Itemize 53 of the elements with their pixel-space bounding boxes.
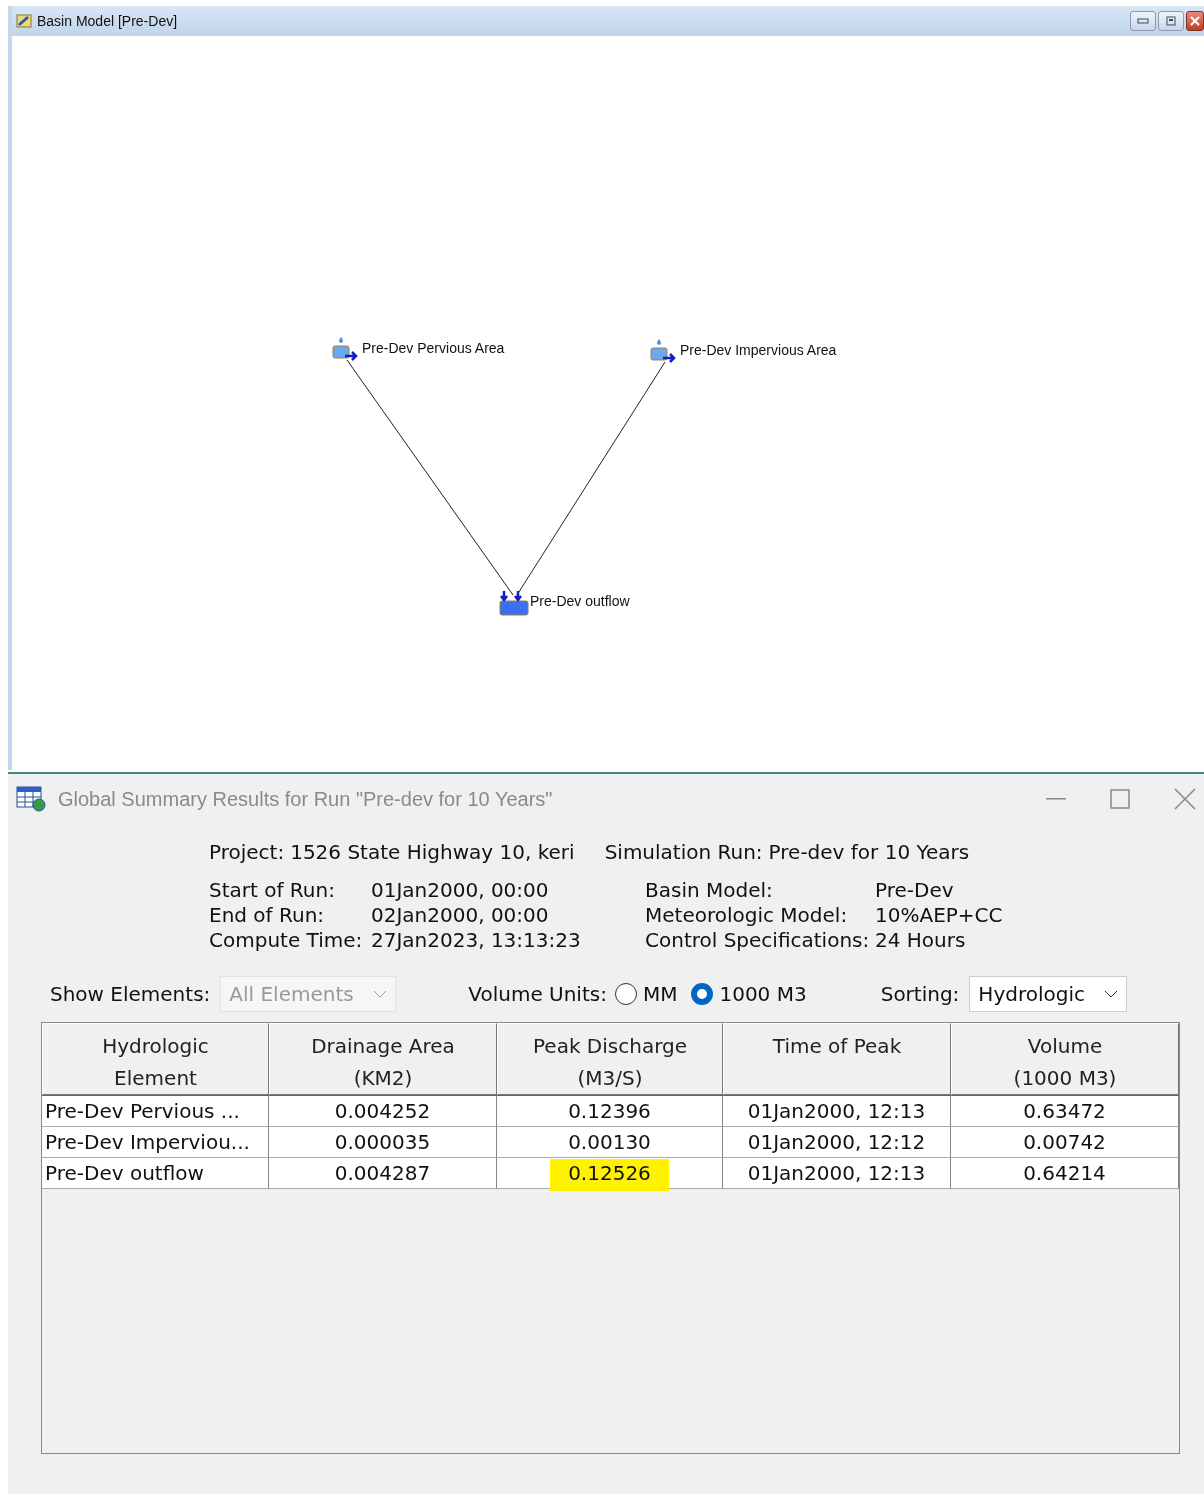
junction-icon[interactable] xyxy=(499,589,529,616)
minimize-button[interactable] xyxy=(1130,11,1156,31)
info-label: Control Specifications: xyxy=(645,928,871,952)
node-label: Pre-Dev outflow xyxy=(530,593,630,609)
table-cell: 0.64214 xyxy=(951,1158,1179,1189)
sorting-dropdown[interactable]: Hydrologic xyxy=(969,976,1128,1012)
show-elements-label: Show Elements: xyxy=(50,982,211,1006)
info-label: Compute Time: xyxy=(209,928,364,952)
info-value: Pre-Dev xyxy=(875,878,955,902)
table-icon xyxy=(16,786,46,812)
column-header[interactable]: Time of Peak xyxy=(723,1023,951,1095)
node-label: Pre-Dev Pervious Area xyxy=(362,340,505,356)
close-icon xyxy=(1189,16,1201,26)
project-label: Project: xyxy=(209,840,285,864)
subbasin-icon[interactable] xyxy=(332,337,358,362)
info-label: End of Run: xyxy=(209,903,326,927)
window-title: Global Summary Results for Run "Pre-dev for 10 Years" xyxy=(58,787,553,811)
restore-icon xyxy=(1165,16,1177,26)
info-value: 27Jan2023, 13:13:23 xyxy=(371,928,582,952)
info-value: 02Jan2000, 00:00 xyxy=(371,903,550,927)
minimize-icon xyxy=(1046,798,1066,800)
column-header[interactable]: Peak Discharge (M3/S) xyxy=(497,1023,723,1095)
table-cell: Pre-Dev outflow xyxy=(42,1158,269,1189)
project-value: 1526 State Highway 10, keri xyxy=(290,840,575,864)
volume-units-label: Volume Units: xyxy=(468,982,607,1006)
info-label: Start of Run: xyxy=(209,878,336,902)
simulation-run-label: Simulation Run: xyxy=(604,840,763,864)
sorting-label: Sorting: xyxy=(880,982,960,1006)
info-label: Meteorologic Model: xyxy=(645,903,849,927)
radio-option[interactable]: 1000 M3 xyxy=(691,982,807,1006)
column-header[interactable]: Volume (1000 M3) xyxy=(951,1023,1179,1095)
close-button[interactable] xyxy=(1186,11,1204,31)
info-value: 01Jan2000, 00:00 xyxy=(371,878,550,902)
chevron-down-icon xyxy=(373,990,388,998)
table-cell: 0.004287 xyxy=(269,1158,497,1189)
radio-option[interactable]: MM xyxy=(614,982,678,1006)
table-cell: 0.12526 xyxy=(497,1158,723,1189)
node-label: Pre-Dev Impervious Area xyxy=(680,342,837,358)
column-header[interactable]: Hydrologic Element xyxy=(42,1023,269,1095)
chevron-down-icon xyxy=(1104,990,1119,998)
simulation-run-value: Pre-dev for 10 Years xyxy=(768,840,970,864)
info-value: 10%AEP+CC xyxy=(875,903,1003,927)
minimize-icon xyxy=(1137,18,1149,24)
maximize-icon xyxy=(1110,789,1130,809)
info-value: 24 Hours xyxy=(875,928,967,952)
close-icon xyxy=(1174,788,1196,810)
column-header[interactable]: Drainage Area (KM2) xyxy=(269,1023,497,1095)
window-title: Basin Model [Pre-Dev] xyxy=(37,13,178,29)
subbasin-icon[interactable] xyxy=(650,339,676,364)
info-label: Basin Model: xyxy=(645,878,774,902)
restore-button[interactable] xyxy=(1158,11,1184,31)
maximize-button[interactable] xyxy=(1110,788,1130,810)
table-cell: 01Jan2000, 12:13 xyxy=(723,1158,951,1189)
